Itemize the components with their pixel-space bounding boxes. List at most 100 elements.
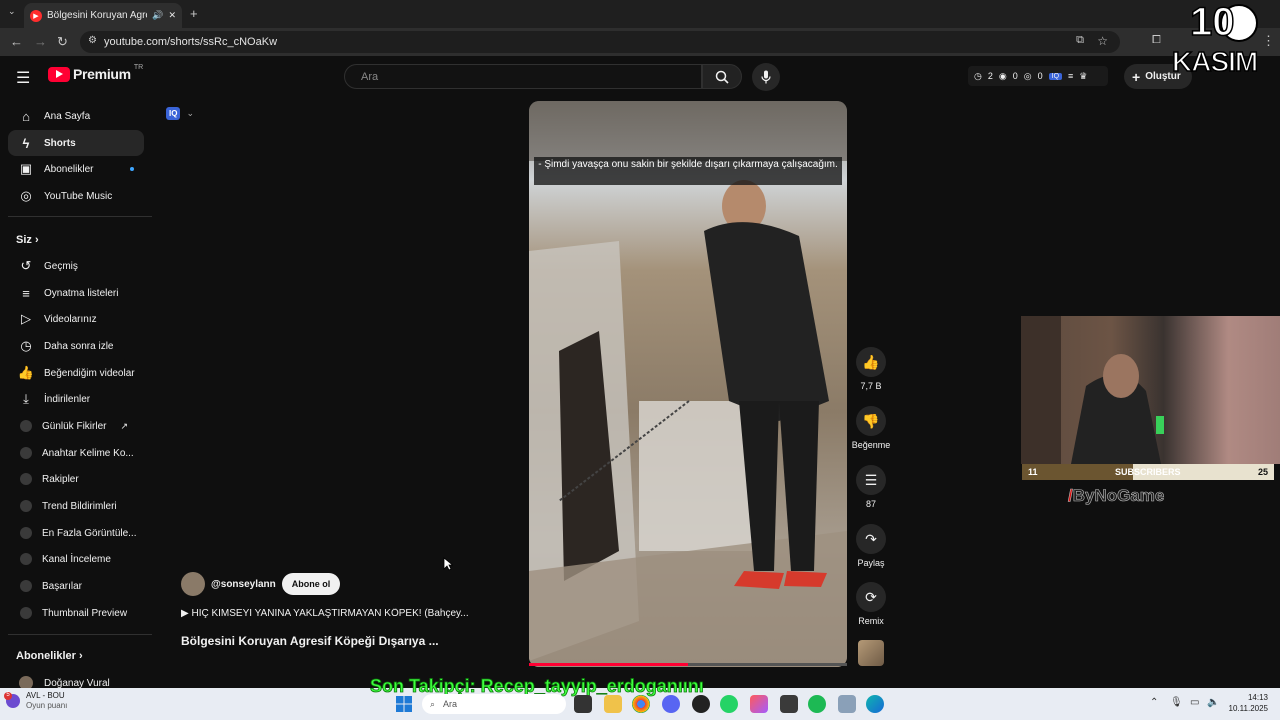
vidiq-icon[interactable]: IQ [1048,72,1063,80]
sidebar-item-music[interactable]: ◎ YouTube Music [8,183,144,209]
extension-stats-toolbar[interactable]: ◷ 2 ◉ 0 ◎ 0 IQ ≡ ♛ [968,66,1108,86]
sidebar-item-label: Videolarınız [44,313,97,325]
like-count: 7,7 B [860,381,882,391]
spotify-icon[interactable] [808,695,826,713]
sound-thumbnail[interactable] [858,640,884,666]
sidebar-subscriptions-header[interactable]: Abonelikler › [16,650,83,662]
share-button[interactable]: ↷ Paylaş [849,524,893,568]
widget-badge: 5 [4,692,12,700]
sidebar-item-channel-review[interactable]: Kanal İnceleme [8,546,144,572]
show-hidden-icons-icon[interactable]: ⌃ [1150,697,1158,708]
hamburger-menu-icon[interactable]: ☰ [16,68,30,88]
edge-icon[interactable] [866,695,884,713]
app-icon[interactable] [750,695,768,713]
app-icon[interactable] [780,695,798,713]
search-input[interactable]: Ara [344,64,702,89]
volume-icon[interactable]: 🔈 [1207,697,1219,708]
sidebar-item-watch-later[interactable]: ◷ Daha sonra izle [8,333,144,359]
shorts-icon: ϟ [22,135,30,151]
sidebar-item-label: Abonelikler [44,163,94,175]
channel-name[interactable]: @sonseylann [211,579,276,590]
sidebar-item-downloads[interactable]: ⤓ İndirilenler [8,386,144,412]
sidebar-item-most-viewed[interactable]: En Fazla Görüntüle... [8,520,144,546]
sidebar-item-keyword-tool[interactable]: Anahtar Kelime Ko... [8,440,144,466]
comment-icon: ☰ [856,465,886,495]
network-icon[interactable]: ▭ [1190,697,1199,708]
reload-icon[interactable]: ↻ [57,34,68,50]
file-explorer-icon[interactable] [604,695,622,713]
task-view-icon[interactable] [574,695,592,713]
speaker-icon[interactable]: 🔊 [152,10,163,21]
taskbar-clock[interactable]: 14:13 10.11.2025 [1222,692,1268,714]
video-title[interactable]: Bölgesini Koruyan Agresif Köpeği Dışarıy… [181,634,481,648]
thumb-down-icon: 👎 [856,406,886,436]
history-icon: ↺ [20,258,32,273]
list-icon[interactable]: ≡ [1068,71,1073,81]
sidebar-item-trend-alerts[interactable]: Trend Bildirimleri [8,493,144,519]
sidebar-item-label: Beğendiğim videolar [44,367,135,379]
plus-icon: + [1132,68,1141,85]
remix-button[interactable]: ⟳ Remix [849,582,893,626]
vidiq-dropdown[interactable]: IQ ⌄ [166,107,194,120]
chrome-icon[interactable] [632,695,650,713]
brand-text: ByNoGame [1072,486,1165,506]
back-icon[interactable]: ← [10,34,23,49]
sidebar-item-competitors[interactable]: Rakipler [8,466,144,492]
forward-icon[interactable]: → [34,34,47,49]
widget-line-1: AVL - BOU [26,691,65,700]
sidebar-item-label: Ana Sayfa [44,110,91,122]
taskbar-search[interactable]: ⌕ Ara [422,694,566,714]
channel-avatar[interactable] [181,572,205,596]
subscriber-goal-bar: 11 SUBSCRIBERS 25 [1022,464,1274,480]
sidebar-item-label: Thumbnail Preview [42,607,128,619]
trophy-icon[interactable]: ♛ [1079,71,1087,82]
extensions-icon[interactable]: ⧠ [1152,34,1161,47]
sidebar-item-thumbnail-preview[interactable]: Thumbnail Preview [8,600,144,626]
site-info-icon[interactable]: ⚙ [88,35,97,46]
microphone-icon[interactable]: 🎙 [1170,697,1183,708]
browser-tab[interactable]: ▶ Bölgesini Koruyan Agresif K 🔊 ✕ [24,3,182,28]
sidebar-item-playlists[interactable]: ≡ Oynatma listeleri [8,280,144,306]
sidebar-item-history[interactable]: ↺ Geçmiş [8,253,144,279]
subscribe-button[interactable]: Abone ol [281,573,341,595]
sidebar-item-your-videos[interactable]: ▷ Videolarınız [8,306,144,332]
new-tab-button[interactable]: + [190,6,198,21]
obs-icon[interactable] [692,695,710,713]
video-description[interactable]: ▶ HİÇ KİMSEYİ YANINA YAKLAŞTIRMAYAN KÖPE… [181,608,481,619]
search-button[interactable] [702,64,742,89]
subscriber-goal-target: 25 [1257,467,1268,477]
sidebar-item-liked-videos[interactable]: 👍 Beğendiğim videolar [8,360,144,386]
whatsapp-icon[interactable] [720,695,738,713]
sidebar-item-label: Kanal İnceleme [42,553,111,565]
like-button[interactable]: 👍 7,7 B [849,347,893,391]
short-video-player[interactable] [529,101,847,667]
youtube-logo[interactable]: Premium TR [48,64,143,82]
thumb-up-icon: 👍 [17,365,35,380]
tab-close-icon[interactable]: ✕ [168,10,176,21]
url-field[interactable]: ⚙ youtube.com/shorts/ssRc_cNOaKw ☆ ⧉ [80,31,1120,53]
video-progress-bar[interactable] [529,663,847,666]
video-caption: - Şimdi yavaşça onu sakin bir şekilde dı… [534,157,842,185]
sidebar-item-daily-ideas[interactable]: Günlük Fikirler ↗ [8,413,144,439]
vidiq-tool-icon [20,580,32,592]
game-score-icon: 5 [4,692,20,708]
sidebar-item-shorts[interactable]: ϟ Shorts [8,130,144,156]
subscriber-goal-start: 11 [1028,467,1038,477]
watch-later-icon: ◷ [20,338,32,353]
voice-search-button[interactable] [752,63,780,91]
discord-icon[interactable] [662,695,680,713]
sidebar-you-header[interactable]: Siz › [16,234,39,246]
windows-start-icon[interactable] [396,696,412,712]
sidebar-item-label: Shorts [44,137,76,149]
sidebar-item-achievements[interactable]: Başarılar [8,573,144,599]
sidebar-item-home[interactable]: ⌂ Ana Sayfa [8,103,144,129]
bookmark-star-icon[interactable]: ☆ [1097,34,1108,48]
sidebar-item-label: Rakipler [42,473,79,485]
taskbar-widget[interactable]: 5 AVL - BOU Oyun puanı [4,691,67,711]
sidebar-item-subscriptions[interactable]: ▣ Abonelikler [8,156,144,182]
dislike-button[interactable]: 👎 Beğenme [849,406,893,450]
comments-button[interactable]: ☰ 87 [849,465,893,509]
settings-icon[interactable] [838,695,856,713]
tab-list-icon[interactable]: ⌄ [8,6,16,17]
install-app-icon[interactable]: ⧉ [1076,34,1084,47]
